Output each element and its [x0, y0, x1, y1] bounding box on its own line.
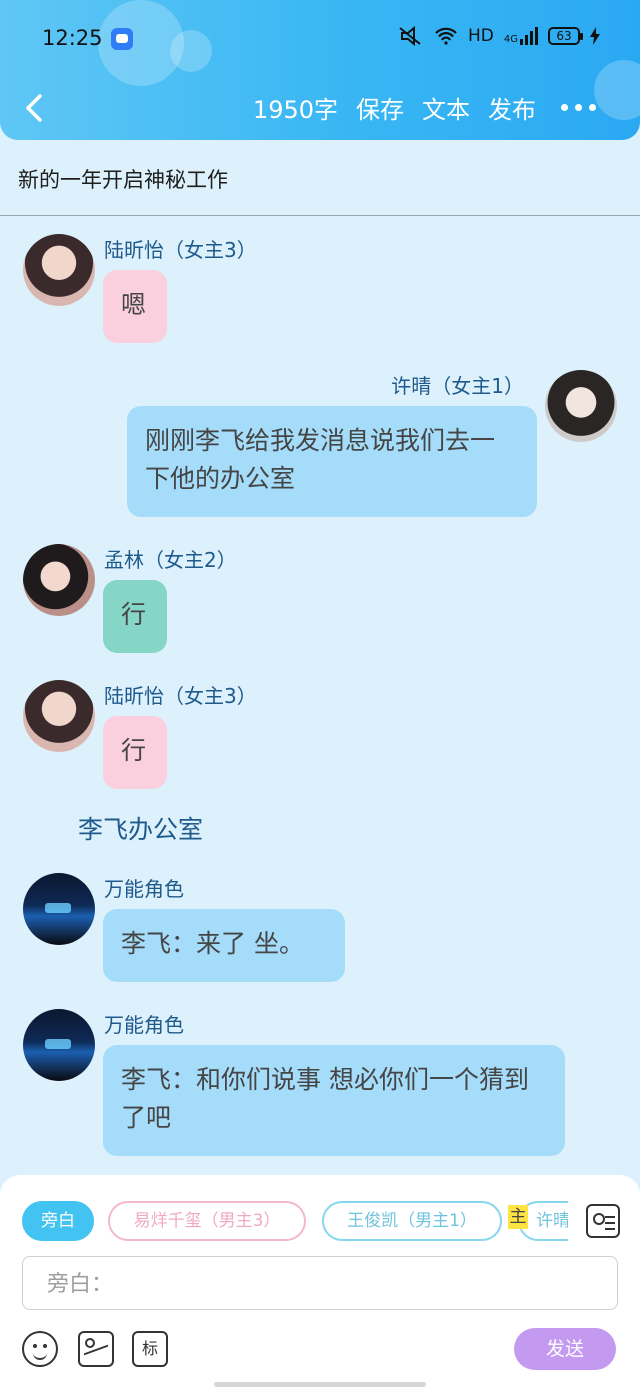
message-bubble[interactable]: 行 — [103, 580, 167, 653]
header: 12:25 HD 4G 63 1950字 保存 文本 发布 — [0, 0, 640, 140]
role-selector: 旁白 易烊千玺（男主3） 王俊凯（男主1） 许晴 — [22, 1201, 568, 1243]
role-chip[interactable]: 王俊凯（男主1） — [322, 1201, 502, 1241]
message-input-box[interactable] — [22, 1256, 618, 1310]
scene-label[interactable]: 李飞办公室 — [78, 810, 203, 846]
avatar[interactable] — [23, 873, 95, 945]
avatar[interactable] — [23, 234, 95, 306]
publish-button[interactable]: 发布 — [488, 90, 536, 125]
status-bar: 12:25 HD 4G 63 — [0, 0, 640, 80]
mute-icon — [399, 26, 421, 46]
avatar[interactable] — [545, 370, 617, 442]
sender-name: 孟林（女主2） — [104, 548, 237, 572]
more-options-icon[interactable] — [561, 104, 596, 111]
role-chip[interactable]: 易烊千玺（男主3） — [108, 1201, 306, 1241]
send-button[interactable]: 发送 — [514, 1328, 616, 1370]
message-bubble[interactable]: 李飞：来了 坐。 — [103, 909, 345, 982]
sender-name: 万能角色 — [104, 877, 184, 901]
contacts-icon[interactable] — [586, 1204, 620, 1238]
signal-type-label: 4G — [503, 34, 518, 45]
app-notification-icon — [111, 28, 133, 50]
story-title[interactable]: 新的一年开启神秘工作 — [18, 164, 228, 194]
sender-name: 万能角色 — [104, 1013, 184, 1037]
message-bubble[interactable]: 行 — [103, 716, 167, 789]
text-button[interactable]: 文本 — [422, 90, 470, 125]
avatar[interactable] — [23, 680, 95, 752]
top-nav: 1950字 保存 文本 发布 — [0, 80, 640, 136]
emoji-icon[interactable] — [22, 1331, 58, 1367]
wifi-icon — [435, 27, 457, 45]
message-input[interactable] — [47, 1267, 587, 1301]
role-chip-narrator[interactable]: 旁白 — [22, 1201, 94, 1241]
image-icon[interactable] — [78, 1331, 114, 1367]
save-button[interactable]: 保存 — [356, 90, 404, 125]
story-title-row: 新的一年开启神秘工作 — [0, 140, 640, 216]
highlight-mark: 主 — [508, 1205, 528, 1229]
status-icons: HD 4G 63 — [398, 26, 600, 46]
avatar[interactable] — [23, 1009, 95, 1081]
nav-actions: 1950字 保存 文本 发布 — [253, 90, 536, 125]
sender-name: 陆昕怡（女主3） — [104, 684, 257, 708]
signal-4g-icon: 4G — [504, 27, 538, 45]
message-bubble[interactable]: 李飞：和你们说事 想必你们一个猜到了吧 — [103, 1045, 565, 1156]
sender-name: 许晴（女主1） — [391, 374, 524, 398]
word-count: 1950字 — [252, 96, 338, 124]
message-bubble[interactable]: 刚刚李飞给我发消息说我们去一下他的办公室 — [127, 406, 537, 517]
sender-name: 陆昕怡（女主3） — [104, 238, 257, 262]
battery-icon: 63 — [548, 27, 583, 45]
tag-icon[interactable]: 标 — [132, 1331, 168, 1367]
home-indicator[interactable] — [214, 1382, 426, 1387]
back-arrow-icon[interactable] — [22, 90, 50, 126]
status-time: 12:25 — [42, 26, 103, 50]
message-bubble[interactable]: 嗯 — [103, 270, 167, 343]
charging-icon — [590, 27, 600, 45]
avatar[interactable] — [23, 544, 95, 616]
network-label: HD — [468, 26, 494, 46]
